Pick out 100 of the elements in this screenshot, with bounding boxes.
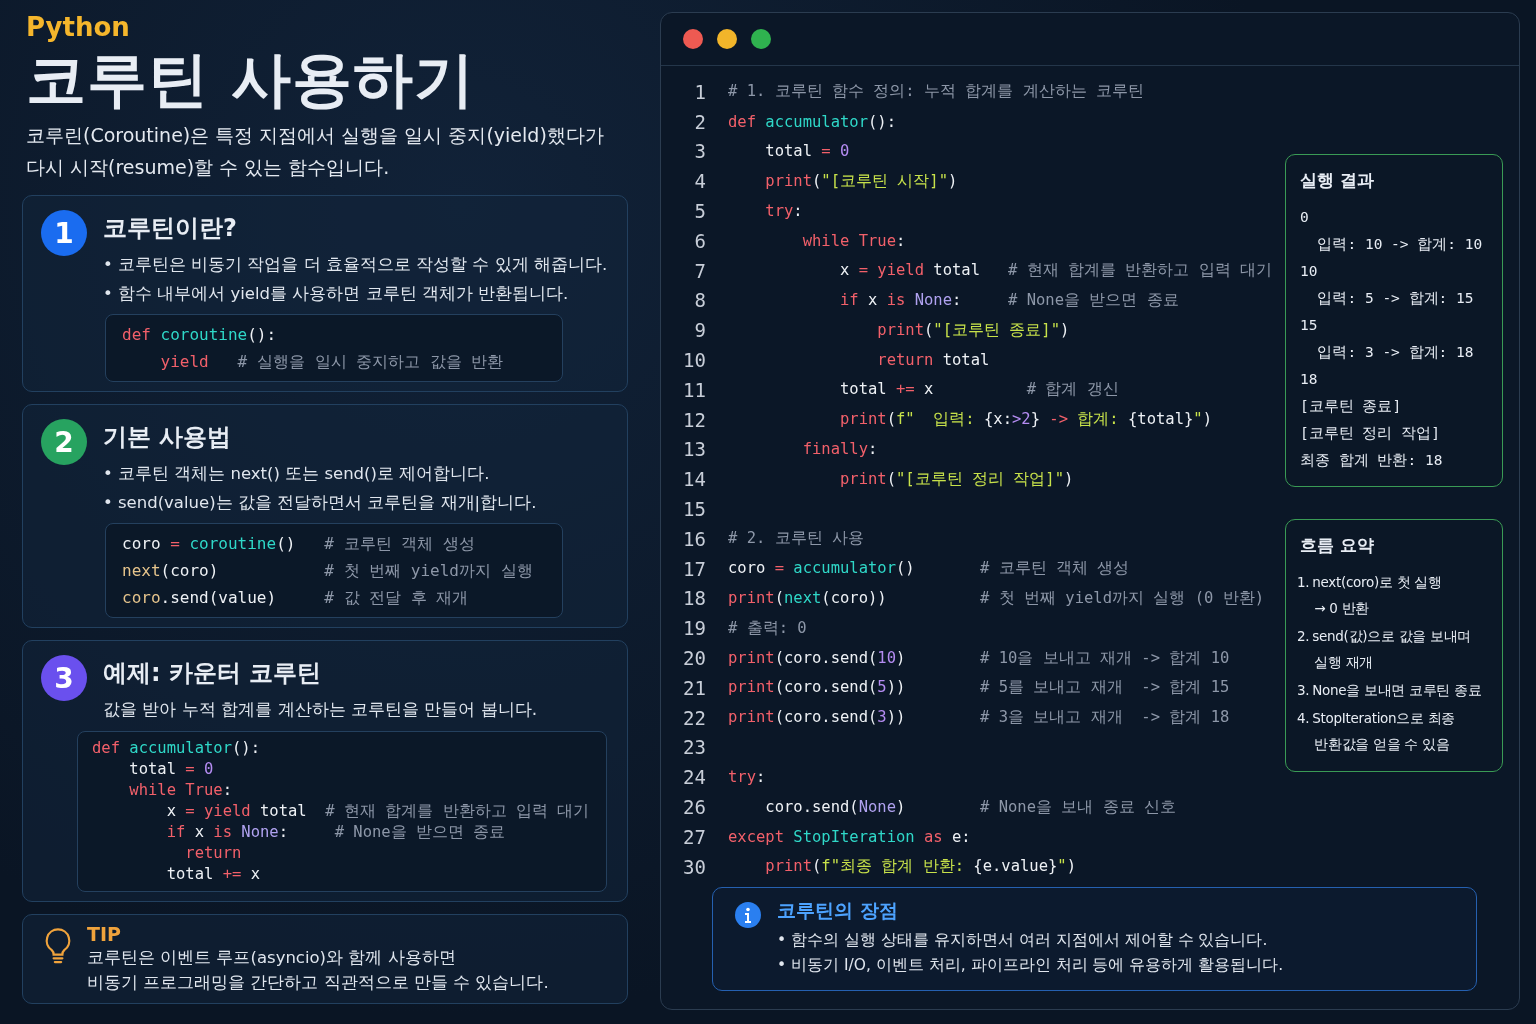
code-snippet: coro = coroutine() # 코루틴 객체 생성 next(coro) # 첫 번째 yield까지 실행 coro.send(value) # 값 전달 후 재개 xyxy=(105,523,563,618)
step-detail: 실행 재개 xyxy=(1313,653,1375,672)
output-line: 최종 합계 반환: 18 xyxy=(1300,451,1444,470)
step-number: 4. xyxy=(1297,709,1310,728)
step-badge: 2 xyxy=(41,419,87,465)
code-line: coro.send(None) # None을 보내 종료 신호 xyxy=(764,796,1176,818)
tip-label: TIP xyxy=(87,923,122,945)
line-number: 30 xyxy=(682,855,706,878)
line-number: 12 xyxy=(682,408,706,431)
code-line: while True: xyxy=(801,231,906,250)
bullet-text: • 비동기 I/O, 이벤트 처리, 파이프라인 처리 등에 유용하게 활용됩니다. xyxy=(777,955,1284,976)
code-line: print(coro.send(3)) # 3을 보내고 재개 -> 합계 18 xyxy=(728,707,1230,729)
code-line: print(f"최종 합계 반환: {e.value}") xyxy=(764,856,1077,878)
code-line: # 1. 코루틴 함수 정의: 누적 합계를 계산하는 코루틴 xyxy=(728,81,1144,103)
step-number: 2. xyxy=(1297,627,1310,646)
line-number: 1 xyxy=(693,80,706,103)
language-label: Python xyxy=(26,12,131,42)
line-number: 18 xyxy=(682,587,706,610)
line-number: 4 xyxy=(693,170,706,193)
code-line: # 출력: 0 xyxy=(728,617,807,639)
line-number: 3 xyxy=(693,140,706,163)
tip-text: 비동기 프로그래밍을 간단하고 직관적으로 만들 수 있습니다. xyxy=(87,972,549,994)
close-button[interactable] xyxy=(683,29,703,49)
code-line: total = 0 xyxy=(764,142,850,161)
line-number: 26 xyxy=(682,796,706,818)
maximize-button[interactable] xyxy=(751,29,771,49)
step-text: StopIteration으로 최종 xyxy=(1312,709,1456,728)
code-line: # 2. 코루틴 사용 xyxy=(728,528,864,550)
code-snippet: def coroutine(): yield # 실행을 일시 중지하고 값을 반환 xyxy=(105,314,563,382)
line-number: 24 xyxy=(682,766,706,789)
line-number: 17 xyxy=(682,557,706,580)
line-number: 7 xyxy=(693,259,706,282)
line-number: 16 xyxy=(682,527,706,550)
step-text: None을 보내면 코루틴 종료 xyxy=(1312,681,1482,700)
tip-text: 코루틴은 이벤트 루프(asyncio)와 함께 사용하면 xyxy=(87,947,457,969)
step-badge: 1 xyxy=(41,210,87,256)
line-number: 5 xyxy=(693,200,706,223)
line-number: 2 xyxy=(693,110,706,133)
step-number: 1. xyxy=(1297,573,1310,592)
line-number: 10 xyxy=(682,349,706,372)
intro-text: 코루린(Coroutine)은 특정 지점에서 실행을 일시 중지(yield)했다가 다시 시작(resume)할 수 있는 함수입니다. xyxy=(26,123,605,180)
section-heading: 코루틴이란? xyxy=(103,213,238,244)
code-line: try: xyxy=(728,768,766,787)
step-detail: 반환값을 얻을 수 있음 xyxy=(1313,735,1451,754)
step-number: 3. xyxy=(1297,681,1310,700)
line-number: 20 xyxy=(682,647,706,670)
code-line: return total xyxy=(876,351,990,370)
line-number: 23 xyxy=(682,736,706,759)
output-line: 18 xyxy=(1300,370,1319,389)
output-line: [코루틴 종료] xyxy=(1300,397,1403,416)
output-line: [코루틴 정리 작업] xyxy=(1300,424,1441,443)
code-line: finally: xyxy=(801,440,878,459)
page-title: 코루틴 사용하기 xyxy=(26,48,476,111)
line-number: 6 xyxy=(693,229,706,252)
code-line: def accumulator(): xyxy=(728,112,896,131)
output-line: 입력: 3 -> 합계: 18 xyxy=(1316,343,1475,362)
code-line: print(coro.send(10) # 10을 보내고 재개 -> 합계 10 xyxy=(728,647,1230,669)
code-line: if x is None: # None을 받으면 종료 xyxy=(838,289,1179,311)
output-line: 입력: 10 -> 합계: 10 xyxy=(1316,235,1484,254)
bullet-text: • 함수의 실행 상태를 유지하면서 여러 지점에서 제어할 수 있습니다. xyxy=(777,930,1269,951)
bullet-text: • 코루틴 객체는 next() 또는 send()로 제어합니다. xyxy=(103,463,491,485)
code-line: coro = accumulator() # 코루틴 객체 생성 xyxy=(728,558,1130,580)
line-number: 9 xyxy=(693,319,706,342)
step-badge: 3 xyxy=(41,655,87,701)
code-line: print("[코루틴 정리 작업]") xyxy=(838,468,1074,490)
bullet-text: • send(value)는 값을 전달하면서 코루틴을 재개|합니다. xyxy=(103,492,538,514)
output-line: 10 xyxy=(1300,262,1319,281)
note-title: 코루틴의 장점 xyxy=(777,898,899,923)
code-snippet: def accumulator(): total = 0 while True: x = yield total # 현재 합계를 반환하고 입력 대기 if x is None: # None을 받으면 종료 return total += x xyxy=(77,731,607,892)
step-text: next(coro)로 첫 실행 xyxy=(1312,573,1442,592)
line-number: 13 xyxy=(682,438,706,461)
section-heading: 기본 사용법 xyxy=(103,422,233,453)
panel-title: 흐름 요약 xyxy=(1300,534,1375,557)
code-line: print("[코루틴 종료]") xyxy=(876,319,1070,341)
output-line: 0 xyxy=(1300,208,1310,227)
bullet-text: • 함수 내부에서 yield를 사용하면 코루틴 객체가 반환됩니다. xyxy=(103,283,570,305)
step-detail: → 0 반환 xyxy=(1313,599,1370,618)
line-number: 21 xyxy=(682,676,706,699)
output-line: 15 xyxy=(1300,316,1319,335)
line-number: 11 xyxy=(682,378,706,401)
line-number: 19 xyxy=(682,617,706,640)
section-heading: 예제: 카운터 코루틴 xyxy=(103,658,323,689)
code-line: print("[코루틴 시작]") xyxy=(764,170,958,192)
line-number: 15 xyxy=(682,498,706,521)
code-line: x = yield total # 현재 합계를 반환하고 입력 대기 xyxy=(838,260,1272,282)
line-number: 27 xyxy=(682,825,706,848)
step-text: send(값)으로 값을 보내며 xyxy=(1312,627,1472,646)
code-line: try: xyxy=(764,202,803,221)
code-line: print(coro.send(5)) # 5를 보내고 재개 -> 합계 15 xyxy=(728,677,1230,699)
code-line: print(next(coro)) # 첫 번째 yield까지 실행 (0 반환) xyxy=(728,587,1264,609)
code-line: print(f" 입력: {x:>2} -> 합계: {total}") xyxy=(838,409,1212,431)
output-line: 입력: 5 -> 합계: 15 xyxy=(1316,289,1475,308)
line-number: 14 xyxy=(682,468,706,491)
line-number: 8 xyxy=(693,289,706,312)
section-description: 값을 받아 누적 합계를 계산하는 코루틴을 만들어 봅니다. xyxy=(103,698,539,721)
code-line: except StopIteration as e: xyxy=(728,827,971,846)
code-line: total += x # 합계 갱신 xyxy=(838,379,1119,401)
info-icon xyxy=(735,902,761,928)
panel-title: 실행 결과 xyxy=(1300,169,1375,192)
minimize-button[interactable] xyxy=(717,29,737,49)
